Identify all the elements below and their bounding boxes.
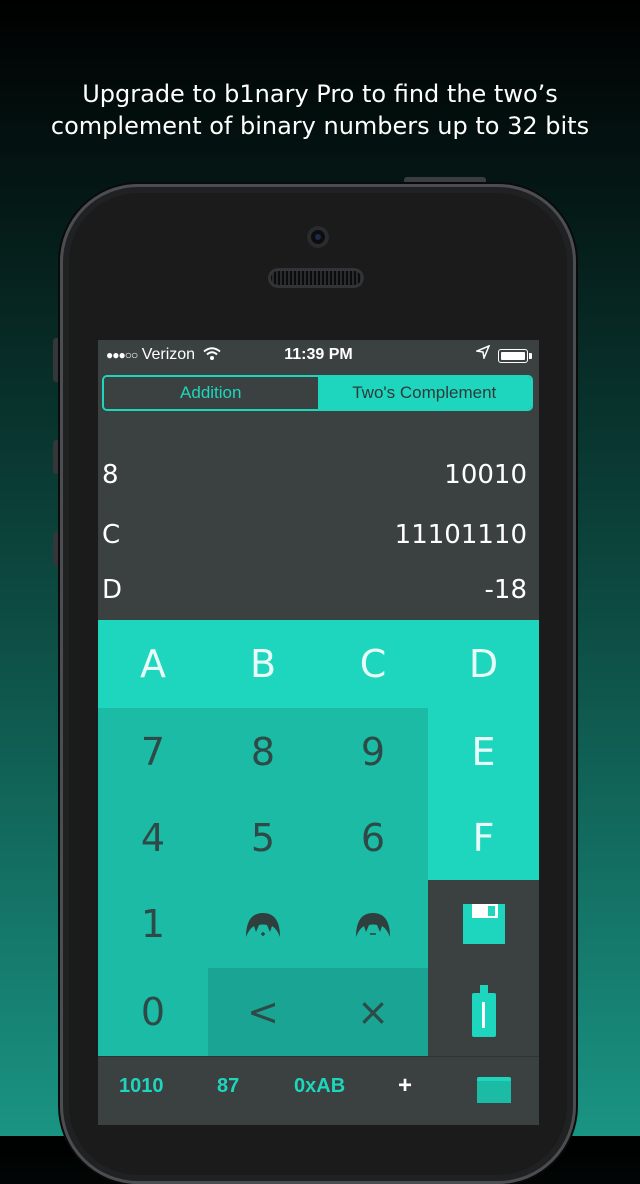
tab-hex[interactable]: 0xAB [294, 1075, 345, 1098]
key-b[interactable]: B [208, 620, 318, 708]
key-9[interactable]: 9 [318, 708, 428, 796]
mode-segmented-control: Addition Two's Complement [102, 375, 533, 411]
key-7[interactable]: 7 [98, 708, 208, 796]
key-6[interactable]: 6 [318, 796, 428, 880]
row-c-value: 11101110 [394, 520, 527, 550]
promo-line-2: complement of binary numbers up to 32 bi… [50, 112, 590, 140]
tab-add[interactable]: + [398, 1072, 412, 1100]
key-5[interactable]: 5 [208, 796, 318, 880]
row-d-value: -18 [484, 575, 527, 605]
bunny-minus-icon [356, 913, 390, 937]
battery-icon [498, 349, 532, 363]
decrement-key[interactable] [318, 880, 428, 968]
app-screen: ●●●○○ Verizon 11:39 PM Addition Two's Co… [98, 340, 539, 1125]
key-1[interactable]: 1 [98, 880, 208, 968]
promo-line-1: Upgrade to b1nary Pro to find the two’s [82, 80, 558, 108]
key-0[interactable]: 0 [98, 968, 208, 1056]
bunny-plus-icon [246, 913, 280, 937]
segment-addition[interactable]: Addition [104, 377, 318, 409]
key-d[interactable]: D [428, 620, 539, 708]
location-arrow-icon [476, 345, 490, 359]
front-camera [307, 226, 329, 248]
key-4[interactable]: 4 [98, 796, 208, 880]
segment-twos-complement[interactable]: Two's Complement [317, 377, 531, 409]
key-a[interactable]: A [98, 620, 208, 708]
tab-decimal[interactable]: 87 [217, 1075, 239, 1098]
row-8-label: 8 [102, 460, 119, 490]
floppy-disk-icon [462, 904, 505, 944]
usb-drive-icon [471, 985, 496, 1037]
status-bar: ●●●○○ Verizon 11:39 PM [98, 340, 539, 370]
row-c-label: C [102, 520, 121, 550]
earpiece-speaker [268, 268, 364, 288]
status-time: 11:39 PM [284, 346, 353, 363]
tab-binary[interactable]: 1010 [119, 1075, 164, 1098]
row-8-value: 10010 [444, 460, 527, 490]
usb-key[interactable] [428, 968, 539, 1056]
tab-bar: 1010 87 0xAB + [98, 1056, 539, 1125]
backspace-key[interactable]: < [208, 968, 318, 1056]
key-8[interactable]: 8 [208, 708, 318, 796]
key-c[interactable]: C [318, 620, 428, 708]
row-d-label: D [102, 575, 123, 605]
key-e[interactable]: E [428, 708, 539, 796]
increment-key[interactable] [208, 880, 318, 968]
key-f[interactable]: F [428, 796, 539, 880]
folder-icon[interactable] [476, 1076, 512, 1104]
clear-key[interactable]: × [318, 968, 428, 1056]
save-key[interactable] [428, 880, 539, 968]
promo-headline: Upgrade to b1nary Pro to find the two’s … [0, 78, 640, 142]
